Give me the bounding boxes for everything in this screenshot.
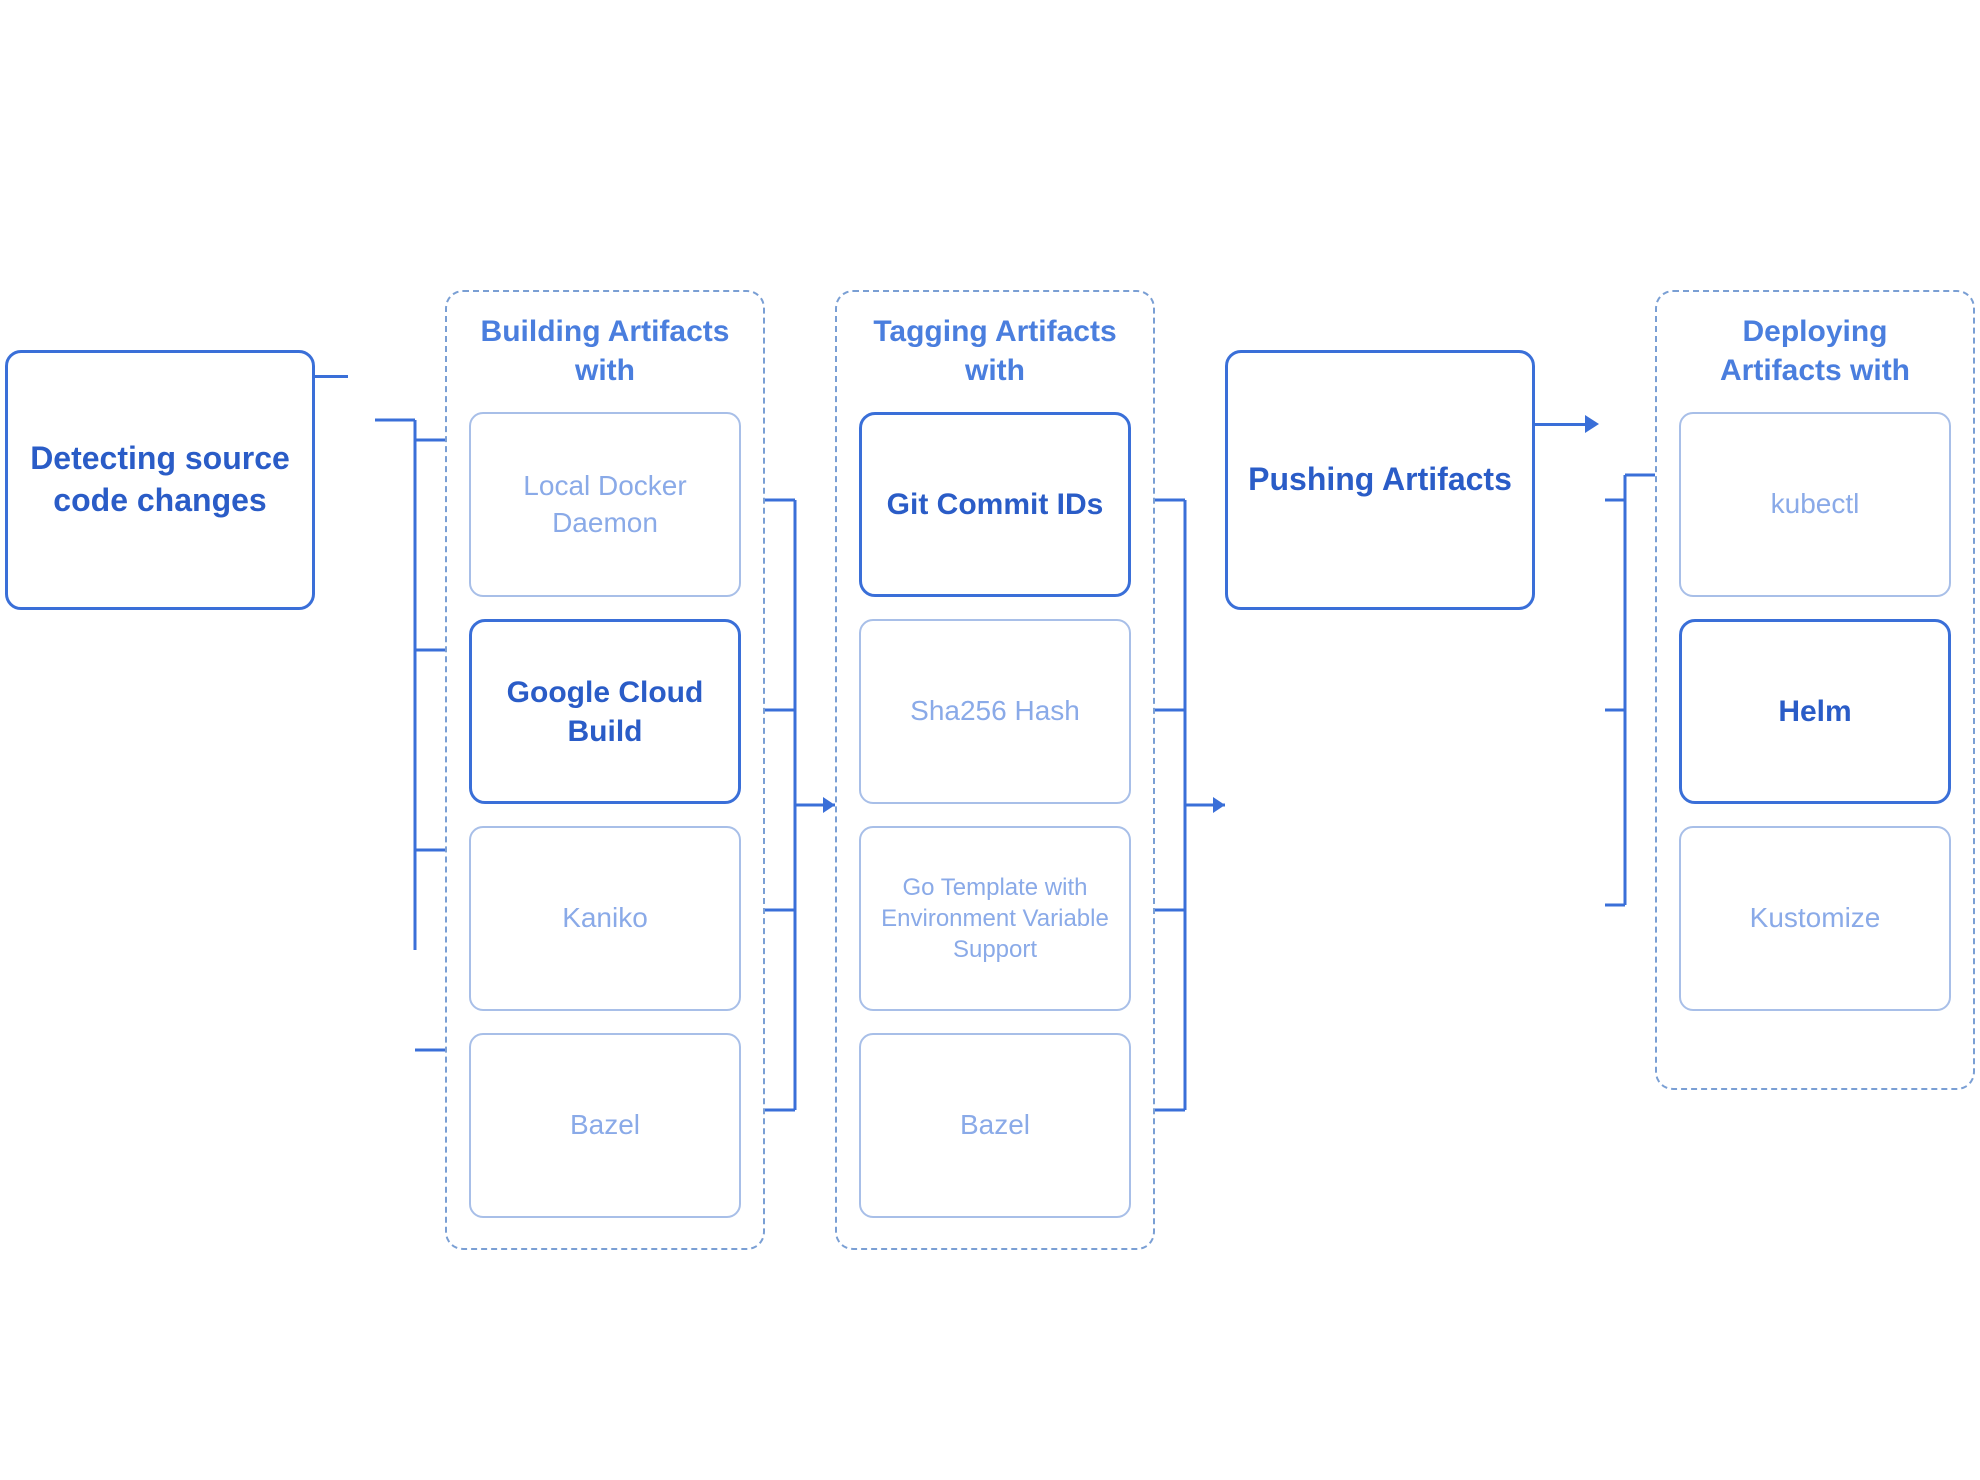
deploying-item-2: Kustomize xyxy=(1679,826,1951,1011)
tagging-item-1: Sha256 Hash xyxy=(859,619,1131,804)
deploying-item-1: Helm xyxy=(1679,619,1951,804)
building-item-2: Kaniko xyxy=(469,826,741,1011)
bracket-svg-right-building xyxy=(765,290,835,1190)
connector-pushing-deploying xyxy=(1535,230,1605,433)
tagging-item-2: Go Template with Environment Variable Su… xyxy=(859,826,1131,1011)
connector-detect-building xyxy=(315,230,375,378)
bracket-svg-left xyxy=(375,230,445,1130)
deploying-item-0: kubectl xyxy=(1679,412,1951,597)
tagging-item-3: Bazel xyxy=(859,1033,1131,1218)
deploying-container: Deploying Artifacts with kubectl Helm Ku… xyxy=(1655,290,1975,1090)
pushing-box: Pushing Artifacts xyxy=(1225,350,1535,610)
building-container: Building Artifacts with Local Docker Dae… xyxy=(445,290,765,1250)
deploying-title: Deploying Artifacts with xyxy=(1679,312,1951,390)
diagram: Detecting source code changes xyxy=(0,150,1980,1330)
pushing-label: Pushing Artifacts xyxy=(1228,439,1532,521)
bracket-svg-left-deploying xyxy=(1605,290,1655,1090)
tagging-title: Tagging Artifacts with xyxy=(859,312,1131,390)
tagging-item-0: Git Commit IDs xyxy=(859,412,1131,597)
building-section: Building Artifacts with Local Docker Dae… xyxy=(375,230,835,1250)
detect-label: Detecting source code changes xyxy=(8,418,312,541)
bracket-svg-right-tagging xyxy=(1155,290,1225,1190)
pushing-section: Pushing Artifacts xyxy=(1225,230,1535,610)
tagging-section: Tagging Artifacts with Git Commit IDs Sh… xyxy=(835,230,1225,1250)
building-item-3: Bazel xyxy=(469,1033,741,1218)
building-title: Building Artifacts with xyxy=(469,312,741,390)
tagging-container: Tagging Artifacts with Git Commit IDs Sh… xyxy=(835,290,1155,1250)
detect-box: Detecting source code changes xyxy=(5,350,315,610)
building-item-1: Google Cloud Build xyxy=(469,619,741,804)
deploying-section: Deploying Artifacts with kubectl Helm Ku… xyxy=(1605,230,1975,1090)
bracket-left xyxy=(375,230,445,1130)
building-item-0: Local Docker Daemon xyxy=(469,412,741,597)
